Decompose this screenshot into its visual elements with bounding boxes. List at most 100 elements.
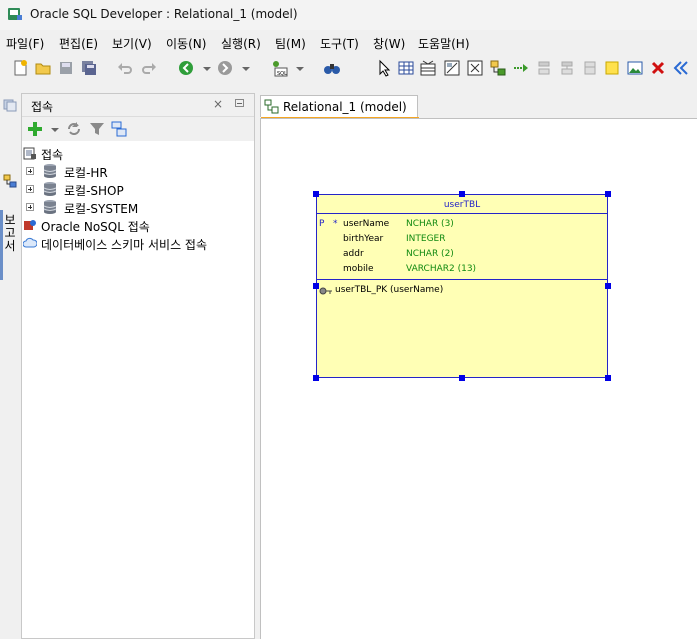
tree-item-label: 데이터베이스 스키마 서비스 접속: [41, 238, 208, 252]
connections-panel: 접속 × 접속 로컬-HR 로컬-SHOP 로컬-SYSTEM Oracle N…: [21, 93, 255, 639]
sql-worksheet-icon[interactable]: SQL: [270, 59, 288, 77]
column-row[interactable]: P * userName NCHAR (3): [319, 219, 605, 234]
expand-icon[interactable]: [26, 203, 34, 211]
menu-tools[interactable]: 도구(T): [320, 35, 359, 52]
resize-handle-sw[interactable]: [313, 375, 319, 381]
required-marker: *: [333, 219, 338, 229]
menu-window[interactable]: 창(W): [373, 35, 405, 52]
menu-view[interactable]: 보기(V): [112, 35, 152, 52]
editor-tab-bar: Relational_1 (model): [260, 93, 697, 120]
resize-handle-nw[interactable]: [313, 191, 319, 197]
back-dropdown-icon[interactable]: [203, 67, 211, 71]
column-row[interactable]: mobile VARCHAR2 (13): [319, 264, 605, 279]
open-icon[interactable]: [34, 59, 52, 77]
delete-icon[interactable]: [649, 59, 667, 77]
add-connection-dropdown-icon[interactable]: [51, 128, 59, 132]
tab-relational-model[interactable]: Relational_1 (model): [260, 95, 419, 120]
key-icon: [319, 287, 332, 295]
column-type: NCHAR (2): [406, 249, 454, 259]
svg-text:SQL: SQL: [277, 71, 287, 77]
app-icon: [8, 8, 22, 20]
connections-toolbar: [22, 117, 254, 141]
connections-panel-header: 접속 ×: [22, 94, 254, 117]
align-icon-3[interactable]: [581, 59, 599, 77]
add-connection-icon[interactable]: [26, 120, 44, 138]
forward-dropdown-icon[interactable]: [242, 67, 250, 71]
main-toolbar: SQL: [0, 55, 697, 81]
nosql-icon: [24, 220, 36, 230]
merge-tables-icon[interactable]: [466, 59, 484, 77]
column-name: userName: [343, 219, 390, 229]
resize-handle-se[interactable]: [605, 375, 611, 381]
tree-item-label: 로컬-HR: [64, 166, 108, 180]
select-pointer-icon[interactable]: [375, 59, 393, 77]
resize-handle-e[interactable]: [605, 283, 611, 289]
save-all-icon[interactable]: [80, 59, 98, 77]
close-icon[interactable]: ×: [213, 97, 223, 111]
tree-item-label: 로컬-SHOP: [64, 184, 124, 198]
relational-model-icon: [264, 99, 279, 114]
column-name: mobile: [343, 264, 374, 274]
side-strip: 보고서: [0, 92, 20, 639]
column-type: VARCHAR2 (13): [406, 264, 477, 274]
column-row[interactable]: birthYear INTEGER: [319, 234, 605, 249]
pk-marker: P: [319, 219, 325, 229]
resize-handle-s[interactable]: [459, 375, 465, 381]
sql-dropdown-icon[interactable]: [296, 67, 304, 71]
title-bar: Oracle SQL Developer : Relational_1 (mod…: [0, 0, 697, 30]
entity-usertbl[interactable]: userTBL P * userName NCHAR (3) birthYear…: [316, 194, 608, 378]
new-icon[interactable]: [11, 59, 29, 77]
undo-icon[interactable]: [116, 59, 134, 77]
expand-icon[interactable]: [26, 167, 34, 175]
menu-file[interactable]: 파일(F): [6, 35, 44, 52]
entity-separator: [317, 279, 607, 280]
new-fk-icon[interactable]: [489, 59, 507, 77]
column-type: INTEGER: [406, 234, 446, 244]
note-icon[interactable]: [603, 59, 621, 77]
menu-bar: 파일(F) 편집(E) 보기(V) 이동(N) 실행(R) 팀(M) 도구(T)…: [0, 32, 697, 52]
editor-area: Relational_1 (model) userTBL P * userNam…: [260, 93, 697, 639]
binoculars-icon[interactable]: [323, 59, 341, 77]
resize-handle-w[interactable]: [313, 283, 319, 289]
database-icon: [43, 182, 57, 196]
minimize-icon[interactable]: [235, 99, 244, 107]
diagram-canvas[interactable]: userTBL P * userName NCHAR (3) birthYear…: [260, 118, 697, 639]
picture-icon[interactable]: [626, 59, 644, 77]
split-table-icon[interactable]: [443, 59, 461, 77]
menu-team[interactable]: 팀(M): [275, 35, 306, 52]
schema-browser-icon[interactable]: [110, 120, 128, 138]
menu-navigate[interactable]: 이동(N): [166, 35, 206, 52]
refresh-icon[interactable]: [65, 120, 83, 138]
resize-handle-n[interactable]: [459, 191, 465, 197]
expand-icon[interactable]: [26, 185, 34, 193]
column-type: NCHAR (3): [406, 219, 454, 229]
forward-icon[interactable]: [216, 59, 234, 77]
connections-panel-title[interactable]: 접속: [31, 98, 53, 115]
reports-tab-label[interactable]: 보고서: [2, 214, 18, 253]
entity-title: userTBL: [317, 195, 607, 214]
tree-item-label: 로컬-SYSTEM: [64, 202, 139, 216]
redo-icon[interactable]: [140, 59, 158, 77]
connections-view-icon[interactable]: [3, 174, 17, 188]
menu-edit[interactable]: 편집(E): [59, 35, 98, 52]
cloud-icon: [23, 237, 37, 248]
tree-root-label: 접속: [41, 148, 64, 162]
menu-run[interactable]: 실행(R): [221, 35, 261, 52]
back-icon[interactable]: [177, 59, 195, 77]
collapse-icon[interactable]: [672, 59, 690, 77]
column-row[interactable]: addr NCHAR (2): [319, 249, 605, 264]
save-icon[interactable]: [57, 59, 75, 77]
menu-help[interactable]: 도움말(H): [418, 35, 470, 52]
database-icon: [43, 200, 57, 214]
column-name: birthYear: [343, 234, 384, 244]
reports-panel-icon[interactable]: [3, 98, 17, 112]
primary-key-label: userTBL_PK (userName): [335, 285, 444, 295]
resize-handle-ne[interactable]: [605, 191, 611, 197]
new-arrow-icon[interactable]: [512, 59, 530, 77]
align-icon-1[interactable]: [535, 59, 553, 77]
filter-icon[interactable]: [88, 120, 106, 138]
new-view-icon[interactable]: [419, 59, 437, 77]
align-icon-2[interactable]: [558, 59, 576, 77]
window-title: Oracle SQL Developer : Relational_1 (mod…: [30, 7, 298, 21]
new-table-icon[interactable]: [397, 59, 415, 77]
